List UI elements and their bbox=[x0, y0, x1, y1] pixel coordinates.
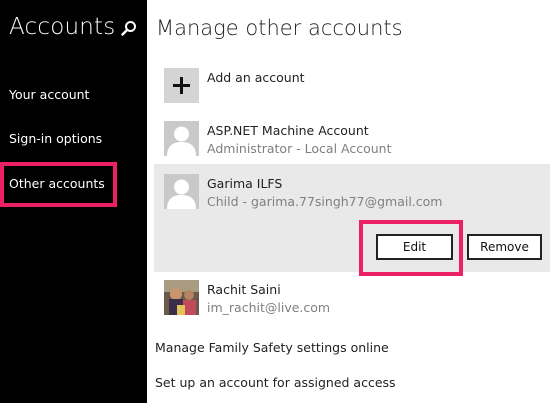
default-user-avatar bbox=[164, 174, 199, 209]
default-user-avatar bbox=[164, 121, 199, 156]
assigned-access-link[interactable]: Set up an account for assigned access bbox=[155, 375, 396, 390]
remove-button[interactable]: Remove bbox=[467, 234, 542, 260]
account-name[interactable]: ASP.NET Machine Account bbox=[207, 123, 369, 138]
account-detail: Child - garima.77singh77@gmail.com bbox=[207, 194, 443, 209]
search-icon[interactable] bbox=[121, 20, 137, 36]
add-account-button[interactable] bbox=[164, 68, 199, 103]
family-safety-link[interactable]: Manage Family Safety settings online bbox=[155, 340, 389, 355]
page-title: Manage other accounts bbox=[156, 16, 403, 40]
sidebar: Accounts Your account Sign-in options Ot… bbox=[0, 0, 147, 403]
highlight-box-edit bbox=[359, 220, 463, 276]
highlight-box-other-accounts bbox=[0, 162, 117, 207]
nav-item-your-account[interactable]: Your account bbox=[9, 87, 89, 102]
account-detail: Administrator - Local Account bbox=[207, 141, 392, 156]
account-name[interactable]: Rachit Saini bbox=[207, 282, 281, 297]
sidebar-title: Accounts bbox=[9, 14, 116, 40]
account-detail: im_rachit@live.com bbox=[207, 300, 331, 315]
main-panel: Manage other accounts Add an account ASP… bbox=[147, 0, 550, 403]
account-name[interactable]: Garima ILFS bbox=[207, 176, 282, 191]
nav-item-sign-in-options[interactable]: Sign-in options bbox=[9, 131, 102, 146]
photo-avatar bbox=[164, 280, 199, 315]
plus-icon bbox=[173, 77, 190, 94]
add-account-label[interactable]: Add an account bbox=[207, 70, 305, 85]
